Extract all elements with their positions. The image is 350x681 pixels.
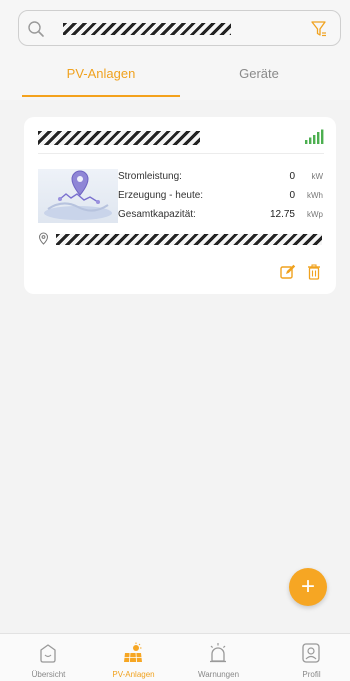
stat-value: 0 [289,190,295,201]
add-plant-button[interactable]: + [289,568,327,606]
search-input-redacted[interactable] [63,23,231,35]
tab-pv-anlagen[interactable]: PV-Anlagen [22,66,180,81]
nav-item-uebersicht[interactable]: Übersicht [5,634,92,681]
profile-icon [302,643,320,663]
stat-row-erzeugung-heute: Erzeugung - heute: 0 kWh [118,190,323,206]
plant-card[interactable]: Stromleistung: 0 kW Erzeugung - heute: 0… [24,117,336,294]
search-bar[interactable] [18,10,341,46]
card-divider [38,153,324,154]
plant-address-redacted [56,234,322,245]
nav-item-pv-anlagen[interactable]: PV-Anlagen [90,634,177,681]
nav-item-profil[interactable]: Profil [268,634,350,681]
search-icon [28,21,44,37]
edit-icon[interactable] [280,264,296,280]
nav-label: PV-Anlagen [112,670,155,679]
active-tab-indicator [22,95,180,97]
bottom-navigation: Übersicht PV-Anlagen Warnungen Profil [0,633,350,681]
nav-label: Profil [302,670,321,679]
top-bar: PV-Anlagen Geräte [0,0,350,100]
stat-label: Erzeugung - heute: [118,190,204,201]
alarm-icon [210,643,226,663]
nav-item-warnungen[interactable]: Warnungen [175,634,262,681]
location-pin-icon [38,232,49,245]
stat-unit: kWh [307,191,323,200]
plant-name-redacted [38,131,200,145]
map-pin-illustration [44,170,112,220]
stat-value: 12.75 [269,209,295,220]
tab-bar: PV-Anlagen Geräte [0,58,350,98]
nav-label: Warnungen [197,670,240,679]
solar-panel-icon [124,642,142,663]
nav-label: Übersicht [31,670,66,679]
plant-thumbnail [38,169,118,223]
signal-icon [305,129,324,144]
stat-value: 0 [289,171,295,182]
trash-icon[interactable] [307,264,321,280]
stat-unit: kW [311,172,323,181]
stat-row-stromleistung: Stromleistung: 0 kW [118,171,323,187]
stat-row-gesamtkapazitaet: Gesamtkapazität: 12.75 kWp [118,209,323,225]
stat-unit: kWp [307,210,323,219]
stat-label: Stromleistung: [118,171,182,182]
stat-label: Gesamtkapazität: [118,209,196,220]
filter-icon[interactable] [310,19,328,39]
home-icon [40,644,56,663]
tab-geraete[interactable]: Geräte [190,66,328,81]
